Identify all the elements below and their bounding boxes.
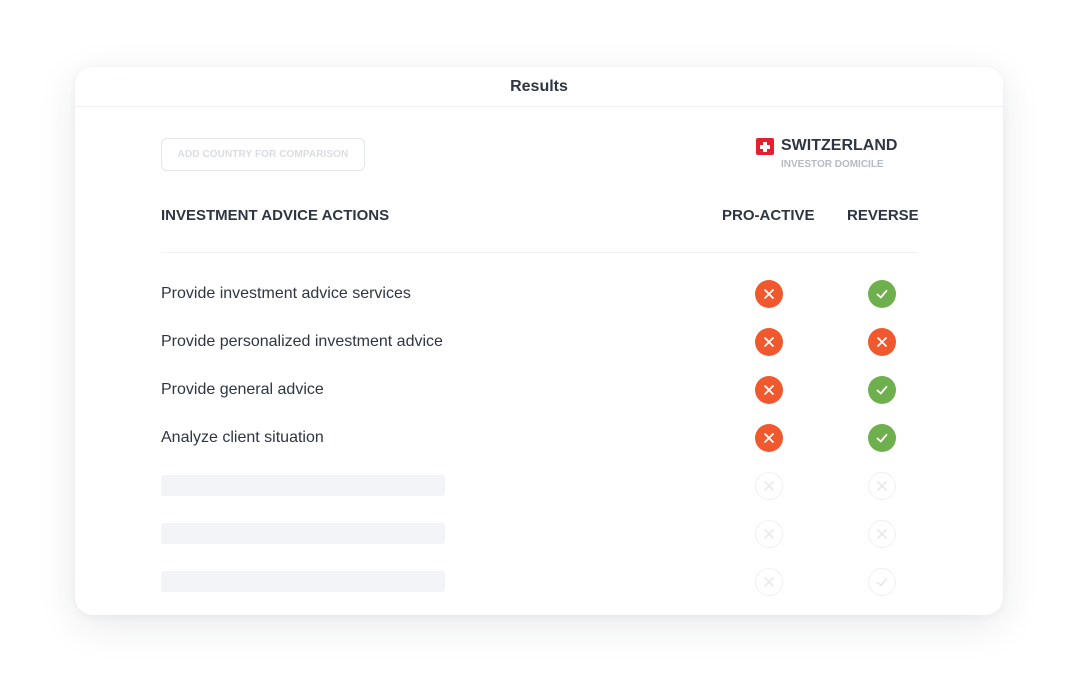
placeholder-bar [161,571,445,592]
add-country-button[interactable]: ADD COUNTRY FOR COMPARISON [161,138,365,171]
cross-icon [755,568,783,596]
cross-icon [755,376,783,404]
cross-icon [868,472,896,500]
column-header-pro-active: PRO-ACTIVE [722,207,815,224]
card-title: Results [510,77,568,95]
placeholder-bar [161,475,445,496]
table-row: Provide investment advice services [161,280,918,308]
check-icon [868,280,896,308]
row-label: Provide personalized investment advice [161,333,443,350]
cross-icon [868,520,896,548]
table-row: Provide general advice [161,376,918,404]
check-icon [868,424,896,452]
cross-icon [755,424,783,452]
card-header: Results [75,67,1003,107]
placeholder-row [161,568,918,596]
column-header-reverse: REVERSE [847,207,919,224]
cross-icon [755,472,783,500]
country-name: SWITZERLAND [781,137,898,154]
placeholder-row [161,520,918,548]
table-row: Provide personalized investment advice [161,328,918,356]
cross-icon [755,520,783,548]
results-card: Results ADD COUNTRY FOR COMPARISON SWITZ… [75,67,1003,615]
cross-icon [755,328,783,356]
column-header-actions: INVESTMENT ADVICE ACTIONS [161,207,390,224]
swiss-flag-icon [756,138,774,155]
row-label: Analyze client situation [161,429,324,446]
table-row: Analyze client situation [161,424,918,452]
row-label: Provide investment advice services [161,285,411,302]
cross-icon [755,280,783,308]
cross-icon [868,328,896,356]
placeholder-row [161,472,918,500]
check-icon [868,376,896,404]
country-subtitle: INVESTOR DOMICILE [781,159,884,170]
row-label: Provide general advice [161,381,324,398]
header-divider [161,252,918,253]
placeholder-bar [161,523,445,544]
check-icon [868,568,896,596]
